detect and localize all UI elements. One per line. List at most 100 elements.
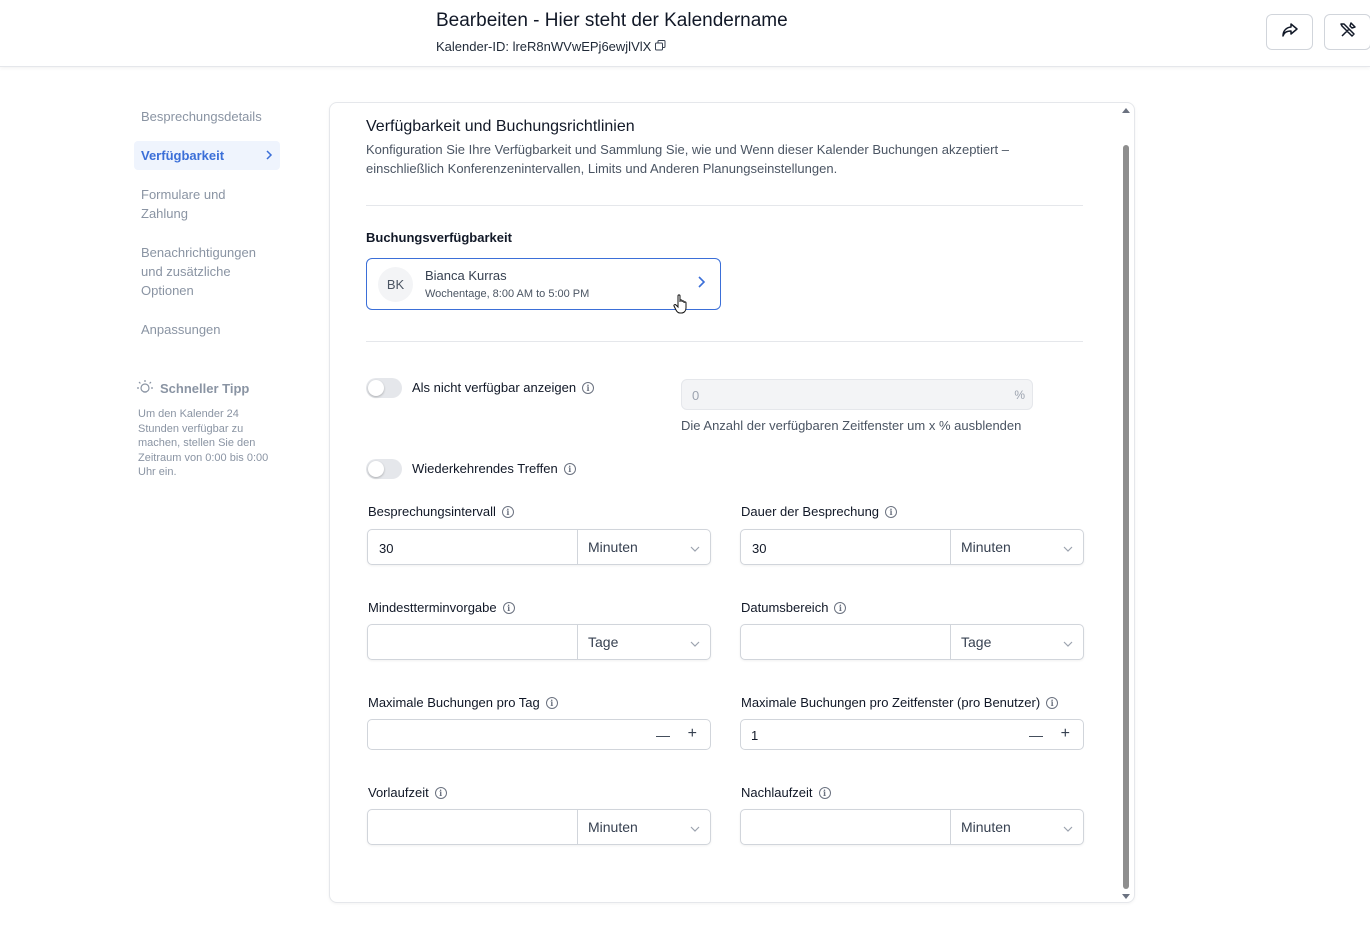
hand-cursor-icon xyxy=(673,293,689,320)
min-notice-unit-select[interactable]: Tage xyxy=(578,625,710,659)
scrollbar[interactable] xyxy=(1121,107,1131,900)
max-per-slot-stepper[interactable]: 1 — + xyxy=(740,719,1084,750)
copy-icon[interactable] xyxy=(655,39,666,54)
unavailable-toggle[interactable] xyxy=(366,378,402,398)
plus-icon[interactable]: + xyxy=(1061,725,1070,743)
post-buffer-unit: Minuten xyxy=(961,819,1011,835)
chevron-down-icon xyxy=(1063,819,1073,835)
booking-availability-label: Buchungsverfügbarkeit xyxy=(366,230,512,245)
availability-person-card[interactable]: BK Bianca Kurras Wochentage, 8:00 AM to … xyxy=(366,258,721,310)
person-name: Bianca Kurras xyxy=(425,268,507,283)
date-range-input[interactable] xyxy=(741,625,951,659)
quick-tip: Schneller Tipp Um den Kalender 24 Stunde… xyxy=(136,378,281,480)
chevron-right-icon xyxy=(265,146,273,165)
min-notice-label: Mindestterminvorgabe i xyxy=(368,600,515,615)
quick-tip-title: Schneller Tipp xyxy=(136,378,281,399)
top-bar: Bearbeiten - Hier steht der Kalendername… xyxy=(0,0,1370,67)
page-title: Bearbeiten - Hier steht der Kalendername xyxy=(436,10,788,31)
divider xyxy=(366,341,1083,342)
post-buffer-field: Minuten xyxy=(740,809,1084,845)
sidebar-item-notifications[interactable]: Benachrichtigungen und zusätzliche Optio… xyxy=(134,238,280,305)
calendar-id: Kalender-ID: lreR8nWVwEPj6ewjlVlX xyxy=(436,39,666,54)
info-icon[interactable]: i xyxy=(582,381,595,394)
minus-icon[interactable]: — xyxy=(1029,727,1043,743)
info-icon[interactable]: i xyxy=(834,601,847,614)
interval-input[interactable]: 30 xyxy=(368,530,578,564)
post-buffer-label: Nachlaufzeit i xyxy=(741,785,831,800)
interval-label-text: Besprechungsintervall xyxy=(368,504,496,519)
tools-button[interactable] xyxy=(1324,14,1370,50)
chevron-down-icon xyxy=(1063,539,1073,555)
section-title: Verfügbarkeit und Buchungsrichtlinien xyxy=(366,118,635,135)
avatar: BK xyxy=(378,267,413,302)
scrollbar-thumb[interactable] xyxy=(1123,145,1129,889)
info-icon[interactable]: i xyxy=(502,601,515,614)
calendar-id-text: Kalender-ID: lreR8nWVwEPj6ewjlVlX xyxy=(436,39,652,54)
pre-buffer-unit: Minuten xyxy=(588,819,638,835)
unavailable-label-text: Als nicht verfügbar anzeigen xyxy=(412,380,577,395)
duration-input[interactable]: 30 xyxy=(741,530,951,564)
sidebar-item-forms-payment[interactable]: Formulare und Zahlung xyxy=(134,180,280,228)
unavailable-percent-value: 0 xyxy=(692,388,700,403)
duration-label: Dauer der Besprechung i xyxy=(741,504,898,519)
quick-tip-heading: Schneller Tipp xyxy=(160,381,250,396)
sidebar-item-customizations[interactable]: Anpassungen xyxy=(134,315,280,344)
max-per-slot-label: Maximale Buchungen pro Zeitfenster (pro … xyxy=(741,695,1059,710)
date-range-field: Tage xyxy=(740,624,1084,660)
info-icon[interactable]: i xyxy=(1046,696,1059,709)
date-range-unit-select[interactable]: Tage xyxy=(951,625,1083,659)
interval-field: 30 Minuten xyxy=(367,529,711,565)
sidebar-item-availability[interactable]: Verfügbarkeit xyxy=(134,141,280,170)
interval-unit-select[interactable]: Minuten xyxy=(578,530,710,564)
duration-label-text: Dauer der Besprechung xyxy=(741,504,880,519)
max-per-slot-label-text: Maximale Buchungen pro Zeitfenster (pro … xyxy=(741,695,1041,710)
info-icon[interactable]: i xyxy=(818,786,831,799)
unavailable-help-text: Die Anzahl der verfügbaren Zeitfenster u… xyxy=(681,418,1022,433)
info-icon[interactable]: i xyxy=(885,505,898,518)
pre-buffer-label-text: Vorlaufzeit xyxy=(368,785,429,800)
section-description: Konfiguration Sie Ihre Verfügbarkeit und… xyxy=(366,142,1009,176)
date-range-unit: Tage xyxy=(961,634,992,650)
sidebar-nav: Besprechungsdetails Verfügbarkeit Formul… xyxy=(134,102,280,354)
unavailable-percent-input[interactable]: 0 % xyxy=(681,379,1033,410)
pre-buffer-label: Vorlaufzeit i xyxy=(368,785,447,800)
max-per-day-label-text: Maximale Buchungen pro Tag xyxy=(368,695,540,710)
chevron-down-icon xyxy=(690,539,700,555)
share-icon xyxy=(1281,22,1299,43)
chevron-right-icon xyxy=(697,275,706,294)
info-icon[interactable]: i xyxy=(501,505,514,518)
pre-buffer-unit-select[interactable]: Minuten xyxy=(578,810,710,844)
max-per-day-stepper[interactable]: — + xyxy=(367,719,711,750)
recurring-label-text: Wiederkehrendes Treffen xyxy=(412,461,558,476)
date-range-label: Datumsbereich i xyxy=(741,600,847,615)
duration-unit-select[interactable]: Minuten xyxy=(951,530,1083,564)
person-schedule: Wochentage, 8:00 AM to 5:00 PM xyxy=(425,288,590,300)
chevron-down-icon xyxy=(690,634,700,650)
post-buffer-unit-select[interactable]: Minuten xyxy=(951,810,1083,844)
share-button[interactable] xyxy=(1266,14,1313,50)
recurring-toggle[interactable] xyxy=(366,459,402,479)
pre-buffer-input[interactable] xyxy=(368,810,578,844)
interval-unit: Minuten xyxy=(588,539,638,555)
sidebar-item-meeting-details[interactable]: Besprechungsdetails xyxy=(134,102,280,131)
min-notice-unit: Tage xyxy=(588,634,619,650)
duration-field: 30 Minuten xyxy=(740,529,1084,565)
plus-icon[interactable]: + xyxy=(688,725,697,743)
date-range-label-text: Datumsbereich xyxy=(741,600,829,615)
sidebar-item-label: Verfügbarkeit xyxy=(141,148,225,163)
min-notice-input[interactable] xyxy=(368,625,578,659)
divider xyxy=(366,205,1083,206)
post-buffer-input[interactable] xyxy=(741,810,951,844)
duration-unit: Minuten xyxy=(961,539,1011,555)
chevron-down-icon xyxy=(690,819,700,835)
info-icon[interactable]: i xyxy=(563,462,576,475)
interval-label: Besprechungsintervall i xyxy=(368,504,514,519)
post-buffer-label-text: Nachlaufzeit xyxy=(741,785,813,800)
info-icon[interactable]: i xyxy=(545,696,558,709)
max-per-day-label: Maximale Buchungen pro Tag i xyxy=(368,695,558,710)
chevron-down-icon xyxy=(1063,634,1073,650)
min-notice-label-text: Mindestterminvorgabe xyxy=(368,600,497,615)
quick-tip-text: Um den Kalender 24 Stunden verfügbar zu … xyxy=(138,408,269,478)
info-icon[interactable]: i xyxy=(434,786,447,799)
minus-icon[interactable]: — xyxy=(656,727,670,743)
